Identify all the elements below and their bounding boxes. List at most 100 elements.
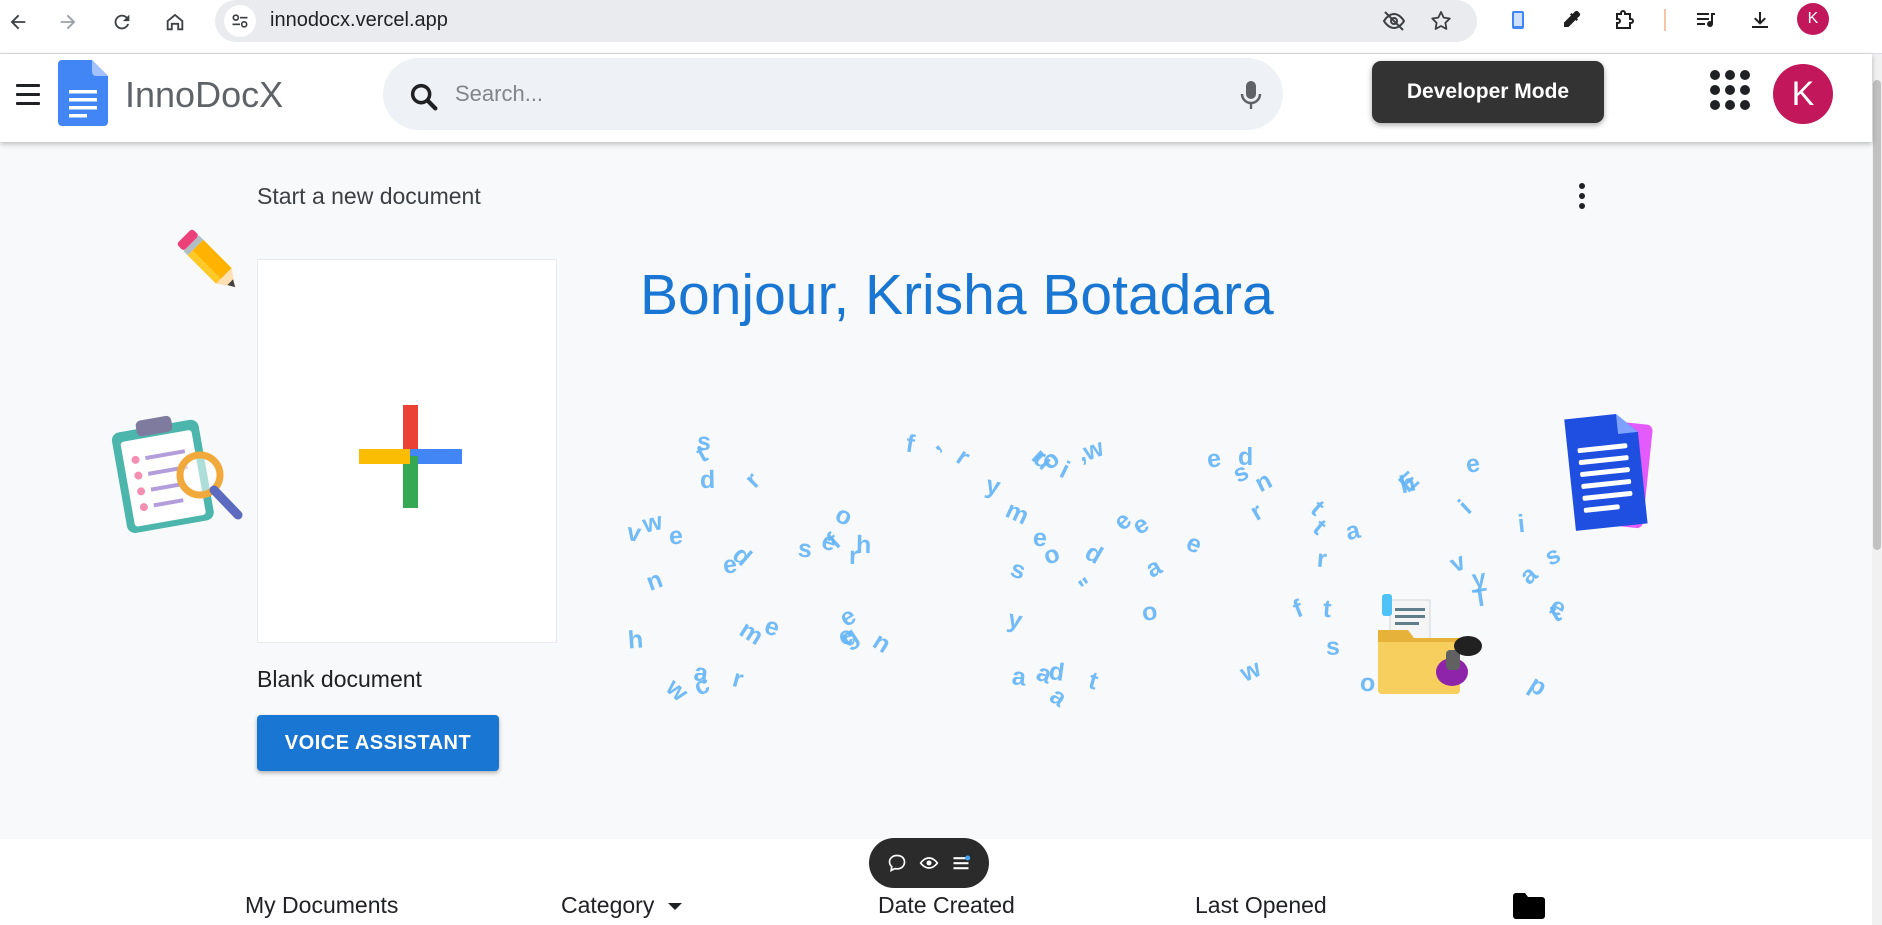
home-button[interactable]	[157, 4, 193, 40]
scatter-letter: ,	[922, 430, 946, 457]
arrow-right-icon	[60, 14, 76, 30]
scatter-letter: h	[855, 530, 872, 560]
scatter-letter: "	[1073, 572, 1100, 602]
developer-mode-button[interactable]: Developer Mode	[1372, 61, 1604, 123]
more-options-icon[interactable]	[1568, 178, 1596, 214]
reload-icon	[114, 14, 130, 30]
eye-icon[interactable]	[917, 851, 941, 875]
apps-grid-icon[interactable]	[1710, 70, 1750, 110]
scatter-letter: r	[951, 442, 976, 472]
eye-off-icon[interactable]	[1378, 5, 1410, 37]
greeting-heading: Bonjour, Krisha Botadara	[640, 263, 1274, 327]
home-icon	[166, 13, 184, 31]
forward-button[interactable]	[50, 4, 86, 40]
scatter-letter: w	[639, 507, 666, 539]
scatter-letter: h	[627, 625, 645, 655]
scatter-letter: i	[1516, 509, 1527, 539]
clipboard-magnifier-icon	[111, 415, 243, 533]
address-bar[interactable]: innodocx.vercel.app	[215, 0, 1477, 42]
docs-logo-icon	[58, 60, 108, 126]
search-bar[interactable]	[383, 58, 1283, 130]
browser-toolbar: innodocx.vercel.app K	[0, 0, 1882, 54]
scatter-letter: r	[1315, 544, 1328, 574]
toolbar-divider	[1664, 9, 1666, 31]
scatter-letter: h	[1396, 468, 1419, 500]
assistant-pill[interactable]	[869, 838, 989, 888]
scatter-letter: s	[1326, 633, 1340, 661]
scatter-letter: w	[1235, 654, 1266, 688]
search-input[interactable]	[455, 72, 1195, 116]
scatter-letter: e	[1204, 444, 1223, 474]
extension-phone-icon[interactable]	[1500, 2, 1536, 38]
scatter-letter: s	[796, 534, 814, 564]
scatter-letter: n	[642, 565, 667, 597]
browser-profile-avatar[interactable]: K	[1797, 3, 1829, 35]
column-category-dropdown[interactable]: Category	[561, 892, 683, 919]
scatter-letter: a	[1044, 681, 1072, 713]
page-scrollbar[interactable]	[1872, 54, 1882, 925]
chat-bubble-icon[interactable]	[885, 851, 909, 875]
folder-icon[interactable]	[1513, 893, 1545, 919]
scatter-letter: o	[830, 500, 857, 532]
blank-document-label: Blank document	[257, 666, 422, 692]
scatter-letter: d	[1080, 538, 1108, 571]
media-queue-icon[interactable]	[1688, 2, 1724, 38]
scatter-letter: e	[1032, 523, 1048, 553]
voice-assistant-button[interactable]: VOICE ASSISTANT	[257, 715, 499, 771]
column-date-created[interactable]: Date Created	[878, 892, 1015, 919]
scatter-letter: y	[1005, 604, 1025, 636]
scatter-letter: d	[699, 465, 716, 495]
scatter-letter: r	[729, 664, 747, 694]
scatter-letter: e	[1182, 528, 1207, 560]
bookmark-star-icon[interactable]	[1425, 5, 1457, 37]
scatter-letter: r	[739, 466, 766, 494]
column-category-label: Category	[561, 892, 655, 918]
column-my-documents[interactable]: My Documents	[245, 892, 398, 919]
scatter-letter: m	[734, 615, 769, 651]
scatter-letter: v	[625, 518, 643, 548]
scrollbar-thumb[interactable]	[1873, 80, 1881, 550]
download-icon[interactable]	[1742, 2, 1778, 38]
back-button[interactable]	[0, 4, 36, 40]
scatter-letter: c	[689, 670, 714, 702]
microphone-icon[interactable]	[1240, 80, 1262, 110]
user-avatar[interactable]: K	[1773, 64, 1833, 124]
scatter-letter: p	[1524, 670, 1552, 702]
scatter-letter: a	[1010, 662, 1028, 692]
scatter-letter: y	[982, 470, 1004, 502]
document-stack-icon	[1564, 414, 1653, 531]
scatter-letter: e	[1463, 449, 1482, 479]
search-icon[interactable]	[407, 80, 441, 114]
reload-button[interactable]	[104, 4, 140, 40]
new-document-section: Start a new document Blank document VOIC…	[0, 142, 1872, 839]
app-title[interactable]: InnoDocX	[125, 74, 283, 116]
scatter-letter: o	[1139, 596, 1160, 628]
menu-icon[interactable]	[12, 78, 44, 110]
url-text[interactable]: innodocx.vercel.app	[270, 9, 448, 32]
section-title: Start a new document	[257, 183, 481, 209]
scatter-letter: r	[1245, 497, 1268, 527]
scatter-letter: n	[1250, 466, 1277, 498]
extensions-puzzle-icon[interactable]	[1607, 2, 1643, 38]
scatter-letter: a	[1342, 515, 1363, 547]
site-info-icon[interactable]	[224, 5, 256, 37]
scatter-letter: t	[1321, 594, 1333, 624]
column-last-opened[interactable]: Last Opened	[1195, 892, 1327, 919]
pencil-icon	[177, 229, 236, 288]
app-header: InnoDocX Developer Mode K	[0, 54, 1872, 142]
scatter-letter: m	[1001, 495, 1034, 531]
scatter-letter: e	[1107, 506, 1138, 537]
scatter-letter: s	[1007, 554, 1030, 586]
arrow-left-icon	[10, 14, 26, 30]
scatter-letter: v	[1445, 547, 1470, 579]
scatter-letter: a	[1514, 560, 1544, 591]
scatter-letter: e	[668, 521, 684, 551]
scatter-letter: f	[903, 429, 917, 459]
scatter-letter: w	[660, 673, 694, 708]
eyedropper-icon[interactable]	[1553, 2, 1589, 38]
scatter-letter: f	[1289, 594, 1307, 624]
scatter-letter: i	[1453, 494, 1478, 520]
list-icon[interactable]	[949, 851, 973, 875]
folder-stamp-icon	[1378, 594, 1482, 694]
blank-document-card[interactable]	[257, 259, 557, 643]
